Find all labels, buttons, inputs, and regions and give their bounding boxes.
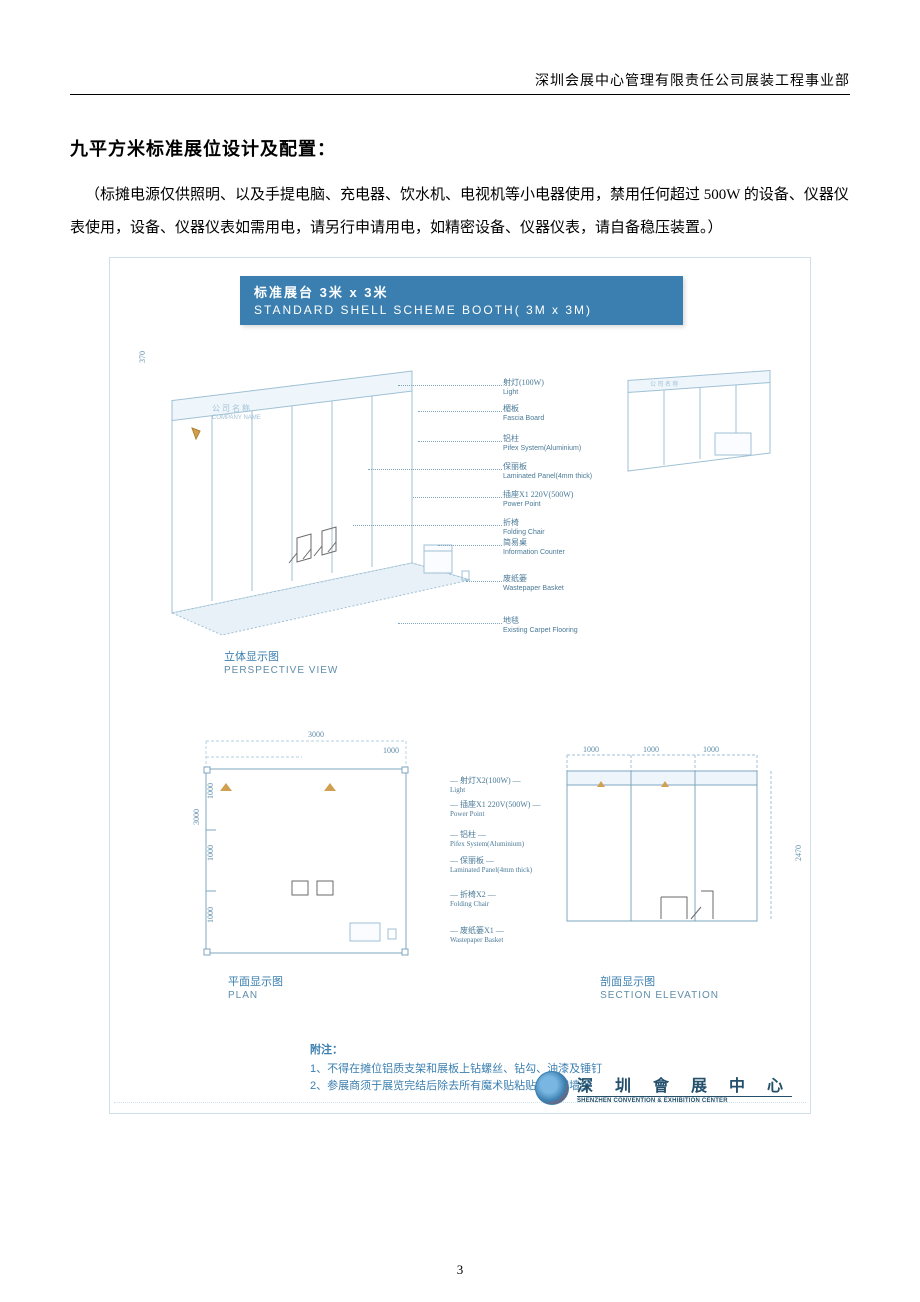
plan-elevation-area: 3000 1000 3000 1000 1000 1000 — 射灯X2(100… (138, 733, 794, 1018)
label-counter-cn: 简易桌 (503, 538, 527, 547)
intro-paragraph: （标摊电源仅供照明、以及手提电脑、充电器、饮水机、电视机等小电器使用，禁用任何超… (70, 179, 850, 245)
logo-en: SHENZHEN CONVENTION & EXHIBITION CENTER (577, 1096, 792, 1104)
label-power-cn: 插座X1 220V(500W) (503, 490, 573, 499)
elev-dim-1000b: 1000 (626, 745, 676, 754)
persp-title-en: PERSPECTIVE VIEW (224, 665, 338, 676)
fascia-company-cn: 公 司 名 称 (212, 403, 250, 413)
booth-title-bar: 标准展台 3米 x 3米 STANDARD SHELL SCHEME BOOTH… (240, 276, 683, 325)
page-number: 3 (0, 1262, 920, 1278)
mini-perspective: 公 司 名 称 (620, 367, 780, 477)
elev-dim-2470: 2470 (794, 845, 803, 861)
label-fascia-cn: 楣板 (503, 404, 519, 413)
persp-title-cn: 立体显示图 (224, 651, 279, 663)
plan-bin-en: Wastepaper Basket (450, 936, 503, 944)
plan-light-en: Light (450, 786, 465, 794)
perspective-drawing: 公 司 名 称 COMPANY NAME (152, 353, 492, 653)
mini-fascia-cn: 公 司 名 称 (650, 380, 679, 388)
label-chair-en: Folding Chair (503, 529, 545, 536)
label-panel-cn: 保丽板 (503, 462, 527, 471)
plan-alu-cn: 铝柱 (460, 830, 476, 839)
plan-power-en: Power Point (450, 810, 484, 818)
plan-bin-cn: 废纸篓X1 (460, 926, 494, 935)
fascia-company-en: COMPANY NAME (212, 415, 261, 421)
label-bin-cn: 废纸篓 (503, 574, 527, 583)
plan-dim-1000c: 1000 (206, 907, 215, 923)
booth-title-cn: 标准展台 3米 x 3米 (254, 282, 669, 301)
elev-title-en: SECTION ELEVATION (600, 990, 719, 1001)
plan-chair-en: Folding Chair (450, 900, 489, 908)
diagram-frame: 标准展台 3米 x 3米 STANDARD SHELL SCHEME BOOTH… (109, 257, 811, 1114)
perspective-area: 370 (138, 353, 794, 673)
label-carpet-en: Existing Carpet Flooring (503, 627, 578, 634)
elevation-drawing (561, 751, 786, 941)
plan-panel-en: Laminated Panel(4mm thick) (450, 866, 532, 874)
label-light-en: Light (503, 389, 518, 396)
label-bin-en: Wastepaper Basket (503, 585, 564, 592)
label-light-cn: 射灯(100W) (503, 378, 544, 387)
elevation-title: 剖面显示图 SECTION ELEVATION (600, 973, 719, 1001)
plan-alu-en: Pifex System(Aluminium) (450, 840, 524, 848)
logo-cn: 深 圳 會 展 中 心 (577, 1072, 792, 1096)
perspective-title: 立体显示图 PERSPECTIVE VIEW (224, 648, 338, 676)
plan-dim-1000a: 1000 (206, 783, 215, 799)
plan-dim-3000: 3000 (286, 730, 346, 739)
booth-title-en: STANDARD SHELL SCHEME BOOTH( 3M x 3M) (254, 303, 669, 317)
page-header: 深圳会展中心管理有限责任公司展装工程事业部 (70, 70, 850, 95)
label-power-en: Power Point (503, 501, 541, 508)
label-panel-en: Laminated Panel(4mm thick) (503, 473, 592, 480)
label-alu-en: Pifex System(Aluminium) (503, 445, 581, 452)
dim-370: 370 (138, 351, 147, 363)
plan-chair-cn: 折椅X2 (460, 890, 486, 899)
plan-dim-1000b: 1000 (206, 845, 215, 861)
elev-dim-1000c: 1000 (686, 745, 736, 754)
plan-title: 平面显示图 PLAN (228, 973, 283, 1001)
plan-title-cn: 平面显示图 (228, 976, 283, 988)
label-counter-en: Information Counter (503, 549, 565, 556)
logo-icon (535, 1071, 569, 1105)
label-fascia-en: Fascia Board (503, 415, 544, 422)
plan-power-cn: 插座X1 220V(500W) (460, 800, 530, 809)
logo-area: 深 圳 會 展 中 心 SHENZHEN CONVENTION & EXHIBI… (535, 1071, 792, 1105)
plan-panel-cn: 保丽板 (460, 856, 484, 865)
elev-title-cn: 剖面显示图 (600, 976, 655, 988)
plan-drawing (182, 733, 422, 963)
label-chair-cn: 折椅 (503, 518, 519, 527)
plan-light-cn: 射灯X2(100W) (460, 776, 511, 785)
label-alu-cn: 铝柱 (503, 434, 519, 443)
page-title: 九平方米标准展位设计及配置： (70, 135, 850, 161)
notes-head: 附注： (310, 1042, 810, 1060)
plan-dim-3000v: 3000 (192, 809, 201, 825)
elev-dim-1000a: 1000 (566, 745, 616, 754)
plan-dim-1000d: 1000 (366, 746, 416, 755)
plan-title-en: PLAN (228, 990, 258, 1001)
label-carpet-cn: 地毯 (503, 616, 519, 625)
